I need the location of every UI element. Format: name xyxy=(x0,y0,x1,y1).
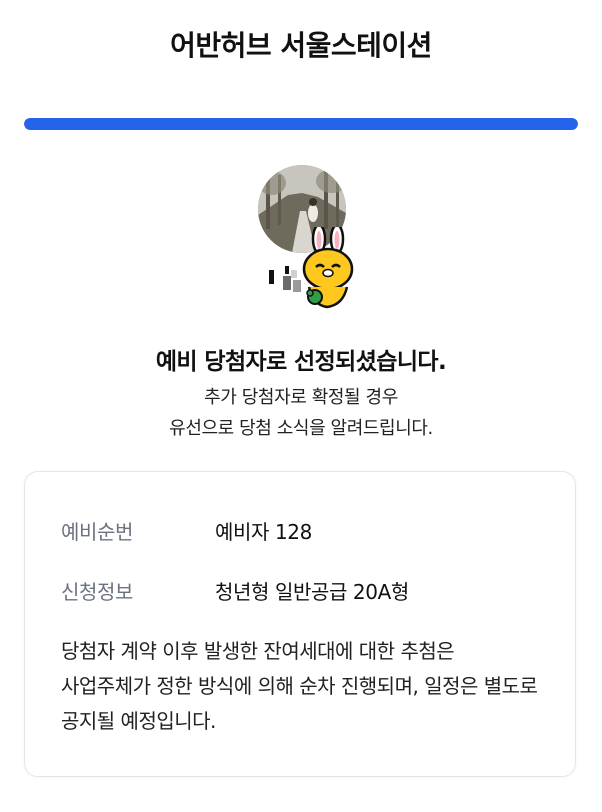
notice-text: 당첨자 계약 이후 발생한 잔여세대에 대한 추첨은 사업주체가 정한 방식에 … xyxy=(61,639,538,733)
page-title: 어반허브 서울스테이션 xyxy=(170,29,432,62)
result-headline: 예비 당첨자로 선정되셨습니다. xyxy=(155,349,447,375)
detail-label: 신청정보 xyxy=(61,580,133,604)
progress-bar xyxy=(24,118,578,130)
character-sticker-icon xyxy=(293,223,365,313)
result-subtext-line1: 추가 당첨자로 확정될 경우 xyxy=(204,387,398,408)
result-subtext-line2: 유선으로 당첨 소식을 알려드립니다. xyxy=(169,418,433,439)
detail-value: 청년형 일반공급 20A형 xyxy=(215,580,409,604)
detail-value: 예비자 128 xyxy=(215,520,312,544)
masked-user-name xyxy=(267,264,303,294)
detail-label: 예비순번 xyxy=(61,520,133,544)
progress-bar-fill xyxy=(24,118,578,130)
details-card: 예비순번 예비자 128 신청정보 청년형 일반공급 20A형 당첨자 계약 이… xyxy=(24,471,576,777)
